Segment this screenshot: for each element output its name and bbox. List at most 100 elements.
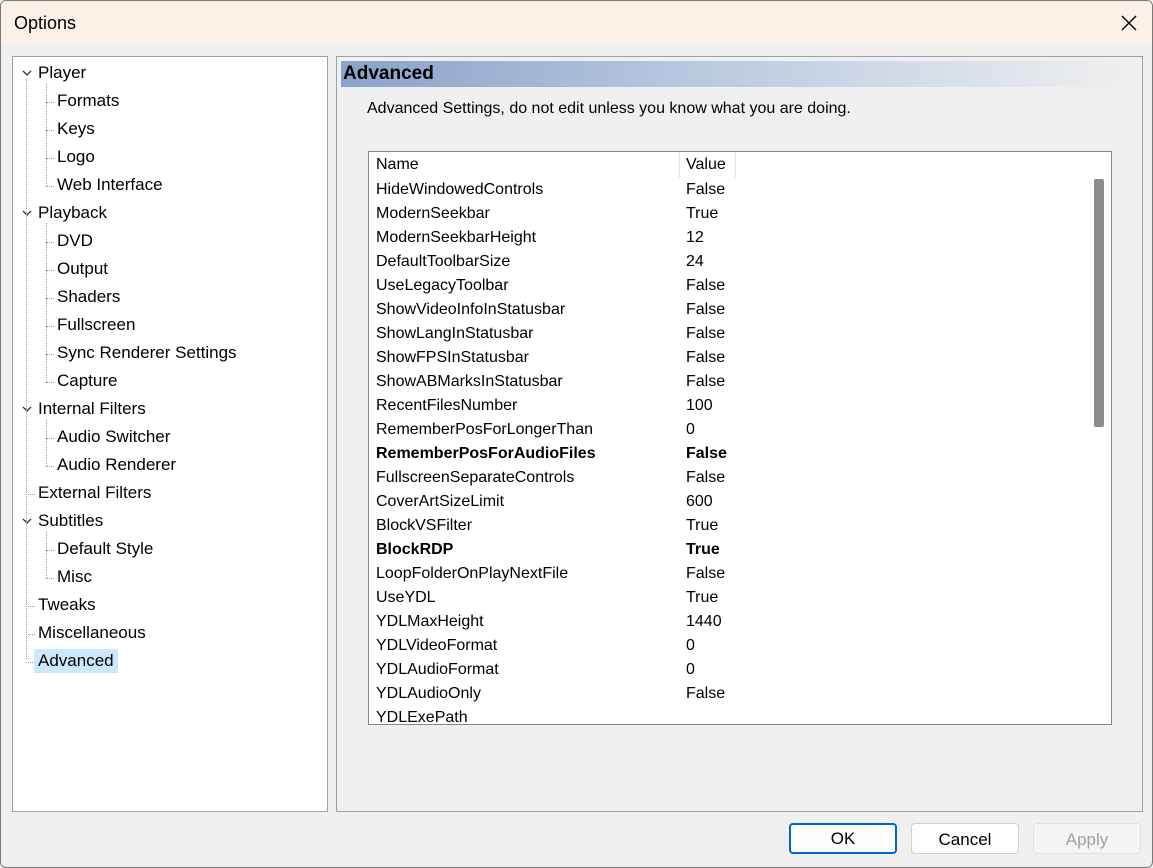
setting-value: 1440 [686, 613, 722, 630]
table-row[interactable]: ShowVideoInfoInStatusbar False [369, 298, 1085, 322]
tree-item-playback[interactable]: Playback [34, 201, 111, 225]
setting-name: YDLAudioOnly [376, 685, 481, 702]
table-row[interactable]: DefaultToolbarSize 24 [369, 250, 1085, 274]
tree-item-advanced[interactable]: Advanced [34, 649, 118, 673]
table-row[interactable]: CoverArtSizeLimit 600 [369, 490, 1085, 514]
table-row[interactable]: YDLAudioFormat 0 [369, 658, 1085, 682]
tree-item-output[interactable]: Output [53, 257, 112, 281]
scrollbar-thumb[interactable] [1094, 179, 1104, 427]
setting-value: False [686, 565, 726, 582]
setting-value: 0 [686, 637, 695, 654]
ok-button[interactable]: OK [789, 823, 897, 854]
tree-connector [46, 223, 47, 382]
setting-value: 0 [686, 661, 695, 678]
title-bar[interactable]: Options [1, 1, 1152, 45]
tree-item-audio-switcher[interactable]: Audio Switcher [53, 425, 174, 449]
setting-name: RecentFilesNumber [376, 397, 518, 414]
chevron-down-icon[interactable] [21, 403, 33, 415]
setting-name: LoopFolderOnPlayNextFile [376, 565, 569, 582]
tree-item-web-interface[interactable]: Web Interface [53, 173, 167, 197]
tree-connector [46, 531, 47, 578]
table-row[interactable]: ModernSeekbarHeight 12 [369, 226, 1085, 250]
table-row[interactable]: BlockRDP True [369, 538, 1085, 562]
setting-name: UseYDL [376, 589, 436, 606]
vertical-scrollbar[interactable] [1087, 152, 1111, 724]
setting-name: FullscreenSeparateControls [376, 469, 575, 486]
tree-item-logo[interactable]: Logo [53, 145, 99, 169]
tree-connector [26, 79, 27, 659]
setting-name: YDLVideoFormat [376, 637, 498, 654]
tree-item-subtitles[interactable]: Subtitles [34, 509, 107, 533]
setting-name: ShowLangInStatusbar [376, 325, 534, 342]
tree-item-external-filters[interactable]: External Filters [34, 481, 155, 505]
setting-value: False [686, 685, 726, 702]
setting-value: False [686, 277, 726, 294]
setting-name: RememberPosForLongerThan [376, 421, 593, 438]
tree-item-fullscreen[interactable]: Fullscreen [53, 313, 139, 337]
tree-item-capture[interactable]: Capture [53, 369, 121, 393]
setting-name: ShowFPSInStatusbar [376, 349, 529, 366]
table-row[interactable]: YDLExePath [369, 706, 1085, 724]
setting-name: CoverArtSizeLimit [376, 493, 505, 510]
column-header-name[interactable]: Name [376, 152, 419, 178]
table-row[interactable]: LoopFolderOnPlayNextFile False [369, 562, 1085, 586]
tree-connector [46, 419, 47, 466]
setting-value: 12 [686, 229, 704, 246]
table-row[interactable]: UseLegacyToolbar False [369, 274, 1085, 298]
tree-item-dvd[interactable]: DVD [53, 229, 97, 253]
tree-item-keys[interactable]: Keys [53, 117, 99, 141]
setting-name: ShowABMarksInStatusbar [376, 373, 563, 390]
table-row[interactable]: YDLMaxHeight 1440 [369, 610, 1085, 634]
tree-item-tweaks[interactable]: Tweaks [34, 593, 100, 617]
tree-item-audio-renderer[interactable]: Audio Renderer [53, 453, 180, 477]
tree-item-shaders[interactable]: Shaders [53, 285, 124, 309]
tree-connector [46, 83, 47, 186]
table-row[interactable]: RememberPosForAudioFiles False [369, 442, 1085, 466]
column-separator[interactable] [679, 152, 680, 178]
cancel-button[interactable]: Cancel [911, 823, 1019, 854]
table-row[interactable]: ModernSeekbar True [369, 202, 1085, 226]
settings-page: Advanced Advanced Settings, do not edit … [336, 56, 1143, 812]
chevron-down-icon[interactable] [21, 515, 33, 527]
setting-value: False [686, 181, 726, 198]
chevron-down-icon[interactable] [21, 67, 33, 79]
options-dialog: Options Player Formats Keys Logo Web Interfa… [0, 0, 1153, 868]
setting-name: ModernSeekbarHeight [376, 229, 537, 246]
table-row[interactable]: YDLAudioOnly False [369, 682, 1085, 706]
table-row[interactable]: FullscreenSeparateControls False [369, 466, 1085, 490]
tree-item-sync-renderer-settings[interactable]: Sync Renderer Settings [53, 341, 241, 365]
chevron-down-icon[interactable] [21, 207, 33, 219]
setting-name: BlockRDP [376, 541, 454, 558]
setting-value: False [686, 301, 726, 318]
setting-value: 24 [686, 253, 704, 270]
setting-value: False [686, 445, 727, 462]
advanced-settings-list[interactable]: Name Value HideWindowedControls False Mode… [368, 151, 1112, 725]
table-row[interactable]: ShowABMarksInStatusbar False [369, 370, 1085, 394]
table-row[interactable]: ShowFPSInStatusbar False [369, 346, 1085, 370]
setting-name: YDLAudioFormat [376, 661, 499, 678]
table-row[interactable]: RecentFilesNumber 100 [369, 394, 1085, 418]
column-separator[interactable] [735, 152, 736, 178]
setting-value: False [686, 373, 726, 390]
table-row[interactable]: BlockVSFilter True [369, 514, 1085, 538]
tree-item-internal-filters[interactable]: Internal Filters [34, 397, 150, 421]
table-row[interactable]: YDLVideoFormat 0 [369, 634, 1085, 658]
table-row[interactable]: RememberPosForLongerThan 0 [369, 418, 1085, 442]
table-row[interactable]: ShowLangInStatusbar False [369, 322, 1085, 346]
table-row[interactable]: UseYDL True [369, 586, 1085, 610]
tree-item-miscellaneous[interactable]: Miscellaneous [34, 621, 150, 645]
page-description: Advanced Settings, do not edit unless yo… [367, 100, 851, 117]
list-header: Name Value [369, 152, 1085, 178]
tree-item-default-style[interactable]: Default Style [53, 537, 157, 561]
column-header-value[interactable]: Value [686, 152, 726, 178]
close-button[interactable] [1106, 1, 1152, 45]
page-title: Advanced [343, 63, 434, 84]
tree-item-misc[interactable]: Misc [53, 565, 96, 589]
table-row[interactable]: HideWindowedControls False [369, 178, 1085, 202]
setting-name: BlockVSFilter [376, 517, 473, 534]
tree-item-player[interactable]: Player [34, 61, 90, 85]
options-tree: Player Formats Keys Logo Web Interface Playba… [12, 56, 328, 812]
setting-name: HideWindowedControls [376, 181, 544, 198]
tree-item-formats[interactable]: Formats [53, 89, 123, 113]
apply-button[interactable]: Apply [1033, 823, 1141, 854]
